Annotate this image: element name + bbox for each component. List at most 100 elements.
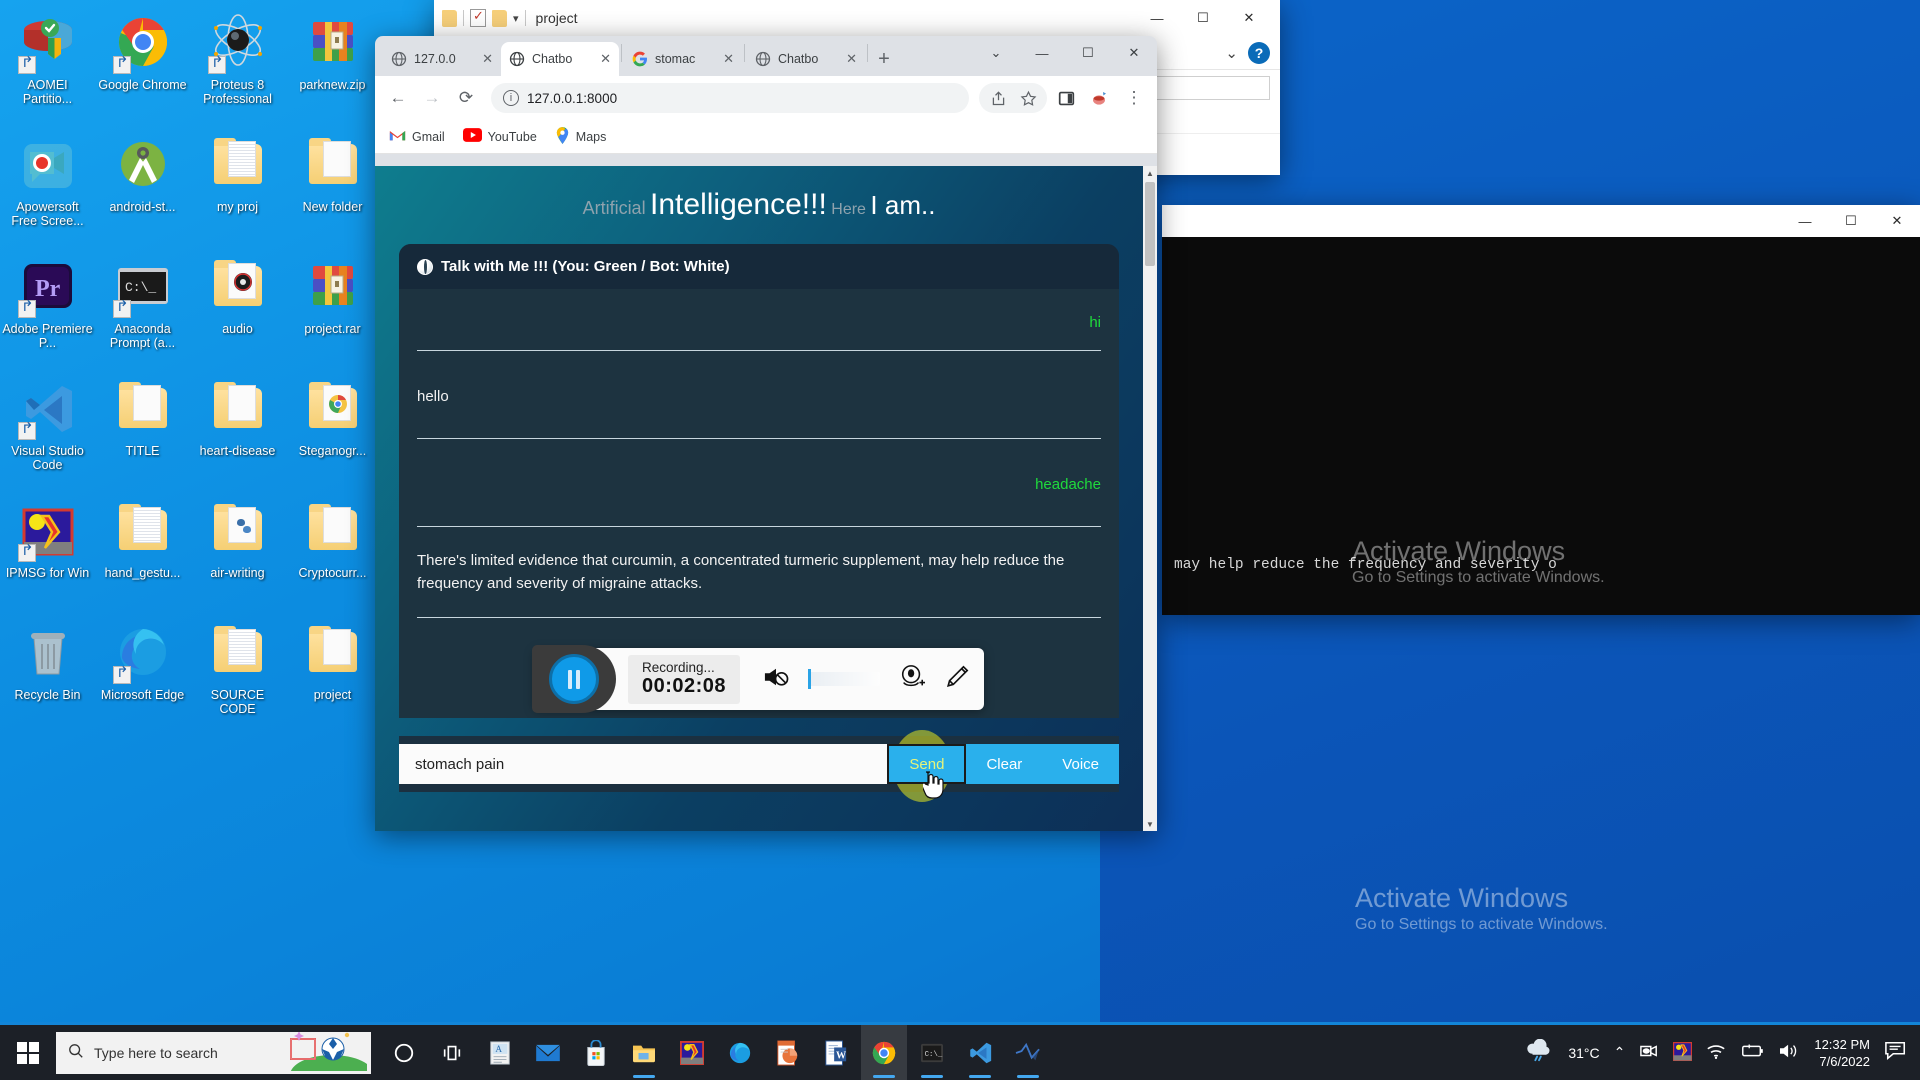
taskbar-search-box[interactable]: Type here to search xyxy=(56,1031,371,1074)
bookmark-gmail[interactable]: Gmail xyxy=(389,129,445,145)
chrome-maximize-button[interactable]: ☐ xyxy=(1065,36,1111,70)
console-maximize-button[interactable]: ☐ xyxy=(1828,206,1874,236)
taskbar-app-visual-studio-code[interactable] xyxy=(957,1025,1003,1080)
desktop-icon-air-writing[interactable]: air-writing xyxy=(190,496,285,618)
chrome-browser-window[interactable]: 127.0.0 ✕ Chatbo ✕ stomac ✕ Chatbo ✕ + ⌄… xyxy=(375,36,1157,831)
browser-tab-1[interactable]: Chatbo ✕ xyxy=(501,42,619,76)
tab-close-icon[interactable]: ✕ xyxy=(600,51,611,67)
desktop-icon-ipmsg[interactable]: IPMSG for Win xyxy=(0,496,95,618)
taskbar-app-sticky-notes[interactable]: A xyxy=(477,1025,523,1080)
start-button[interactable] xyxy=(0,1025,56,1080)
recorder-bar[interactable]: Recording... 00:02:08 xyxy=(531,645,985,713)
forward-icon[interactable]: → xyxy=(417,83,447,113)
address-bar[interactable]: i 127.0.0.1:8000 xyxy=(491,83,969,113)
tab-close-icon[interactable]: ✕ xyxy=(482,51,493,67)
speaker-mute-icon[interactable] xyxy=(762,665,790,694)
screen-recorder-tray-icon[interactable] xyxy=(1639,1042,1659,1063)
reload-icon[interactable]: ⟳ xyxy=(451,83,481,113)
pencil-icon[interactable] xyxy=(944,664,970,695)
desktop-icon-google-chrome[interactable]: Google Chrome xyxy=(95,8,190,130)
taskbar-app-file-explorer[interactable] xyxy=(621,1025,667,1080)
volume-icon[interactable] xyxy=(1778,1042,1800,1063)
explorer-close-button[interactable]: ✕ xyxy=(1226,3,1272,33)
explorer-maximize-button[interactable]: ☐ xyxy=(1180,3,1226,33)
taskbar-app-matlab[interactable] xyxy=(1005,1025,1051,1080)
share-icon[interactable] xyxy=(983,83,1013,113)
chrome-menu-icon[interactable]: ⋮ xyxy=(1119,83,1149,113)
explorer-minimize-button[interactable]: — xyxy=(1134,3,1180,33)
taskbar-app-cortana[interactable] xyxy=(381,1025,427,1080)
desktop-icon-anaconda-prompt[interactable]: C:\_ Anaconda Prompt (a... xyxy=(95,252,190,374)
taskbar-app-task-view[interactable] xyxy=(429,1025,475,1080)
tab-search-icon[interactable]: ⌄ xyxy=(973,36,1019,70)
add-webcam-icon[interactable] xyxy=(898,664,926,695)
new-folder-icon[interactable] xyxy=(492,9,507,27)
bookmark-youtube[interactable]: YouTube xyxy=(462,128,537,145)
desktop-icon-visual-studio-code[interactable]: Visual Studio Code xyxy=(0,374,95,496)
side-panel-icon[interactable] xyxy=(1051,83,1081,113)
console-minimize-button[interactable]: — xyxy=(1782,206,1828,236)
taskbar-app-microsoft-store[interactable] xyxy=(573,1025,619,1080)
chrome-close-button[interactable]: ✕ xyxy=(1111,36,1157,70)
browser-tab-2[interactable]: stomac ✕ xyxy=(624,42,742,76)
taskbar-app-word[interactable]: W xyxy=(813,1025,859,1080)
taskbar-clock[interactable]: 12:32 PM 7/6/2022 xyxy=(1814,1036,1870,1070)
desktop-icon-cryptocurrency[interactable]: Cryptocurr... xyxy=(285,496,380,618)
notifications-icon[interactable] xyxy=(1884,1040,1908,1065)
desktop-icon-android-studio[interactable]: android-st... xyxy=(95,130,190,252)
tab-close-icon[interactable]: ✕ xyxy=(846,51,857,67)
screen-recorder-widget[interactable]: Recording... 00:02:08 xyxy=(399,628,1119,718)
chevron-down-icon[interactable]: ▾ xyxy=(513,12,519,25)
show-hidden-icons-chevron[interactable]: ⌃ xyxy=(1614,1044,1626,1061)
desktop-icon-premiere-pro[interactable]: Pr Adobe Premiere P... xyxy=(0,252,95,374)
desktop-icon-hand-gesture[interactable]: hand_gestu... xyxy=(95,496,190,618)
taskbar-app-command-prompt[interactable]: C:\_ xyxy=(909,1025,955,1080)
chrome-minimize-button[interactable]: — xyxy=(1019,36,1065,70)
desktop-icon-audio[interactable]: audio xyxy=(190,252,285,374)
properties-icon[interactable] xyxy=(470,8,486,27)
bookmark-maps[interactable]: Maps xyxy=(555,126,606,147)
desktop-icon-source-code[interactable]: SOURCE CODE xyxy=(190,618,285,740)
scroll-down-arrow[interactable]: ▼ xyxy=(1143,817,1157,831)
desktop-icon-my-proj[interactable]: my proj xyxy=(190,130,285,252)
console-window[interactable]: — ☐ ✕ may help reduce the frequency and … xyxy=(1162,205,1920,615)
taskbar-app-powerpoint[interactable] xyxy=(765,1025,811,1080)
voice-button[interactable]: Voice xyxy=(1042,744,1119,784)
console-close-button[interactable]: ✕ xyxy=(1874,206,1920,236)
chat-input-field[interactable] xyxy=(399,744,888,784)
ribbon-expand-icon[interactable]: ⌄ xyxy=(1225,44,1238,62)
new-tab-button[interactable]: + xyxy=(870,45,898,73)
desktop-icon-apowersoft[interactable]: Apowersoft Free Scree... xyxy=(0,130,95,252)
battery-icon[interactable] xyxy=(1740,1043,1764,1062)
back-icon[interactable]: ← xyxy=(383,83,413,113)
desktop-icon-parknew-zip[interactable]: parknew.zip xyxy=(285,8,380,130)
desktop-icon-new-folder[interactable]: New folder xyxy=(285,130,380,252)
console-title-bar[interactable]: — ☐ ✕ xyxy=(1162,205,1920,237)
site-info-icon[interactable]: i xyxy=(503,90,519,106)
cloud-rain-icon[interactable] xyxy=(1524,1038,1554,1066)
page-scrollbar[interactable]: ▲ ▼ xyxy=(1143,166,1157,831)
taskbar-app-google-chrome[interactable] xyxy=(861,1025,907,1080)
taskbar-app-microsoft-edge[interactable] xyxy=(717,1025,763,1080)
desktop-icon-microsoft-edge[interactable]: Microsoft Edge xyxy=(95,618,190,740)
help-icon[interactable]: ? xyxy=(1248,41,1270,64)
extension-icon[interactable] xyxy=(1085,83,1115,113)
taskbar-app-ipmsg[interactable] xyxy=(669,1025,715,1080)
desktop-icon-project-rar[interactable]: project.rar xyxy=(285,252,380,374)
clear-button[interactable]: Clear xyxy=(966,744,1043,784)
volume-slider[interactable] xyxy=(808,669,881,689)
browser-tab-3[interactable]: Chatbo ✕ xyxy=(747,42,865,76)
desktop-icon-steganography[interactable]: Steganogr... xyxy=(285,374,380,496)
desktop-icon-aomei[interactable]: AOMEI Partitio... xyxy=(0,8,95,130)
taskbar-app-mail[interactable] xyxy=(525,1025,571,1080)
star-icon[interactable] xyxy=(1013,83,1043,113)
scrollbar-thumb[interactable] xyxy=(1145,182,1155,266)
ipmsg-tray-icon[interactable] xyxy=(1673,1041,1693,1064)
desktop-icon-project[interactable]: project xyxy=(285,618,380,740)
tab-close-icon[interactable]: ✕ xyxy=(723,51,734,67)
recorder-pause-button[interactable] xyxy=(531,645,616,713)
scroll-up-arrow[interactable]: ▲ xyxy=(1143,166,1157,180)
desktop-icon-proteus[interactable]: Proteus 8 Professional xyxy=(190,8,285,130)
desktop-icon-recycle-bin[interactable]: Recycle Bin xyxy=(0,618,95,740)
desktop-icon-title[interactable]: TITLE xyxy=(95,374,190,496)
